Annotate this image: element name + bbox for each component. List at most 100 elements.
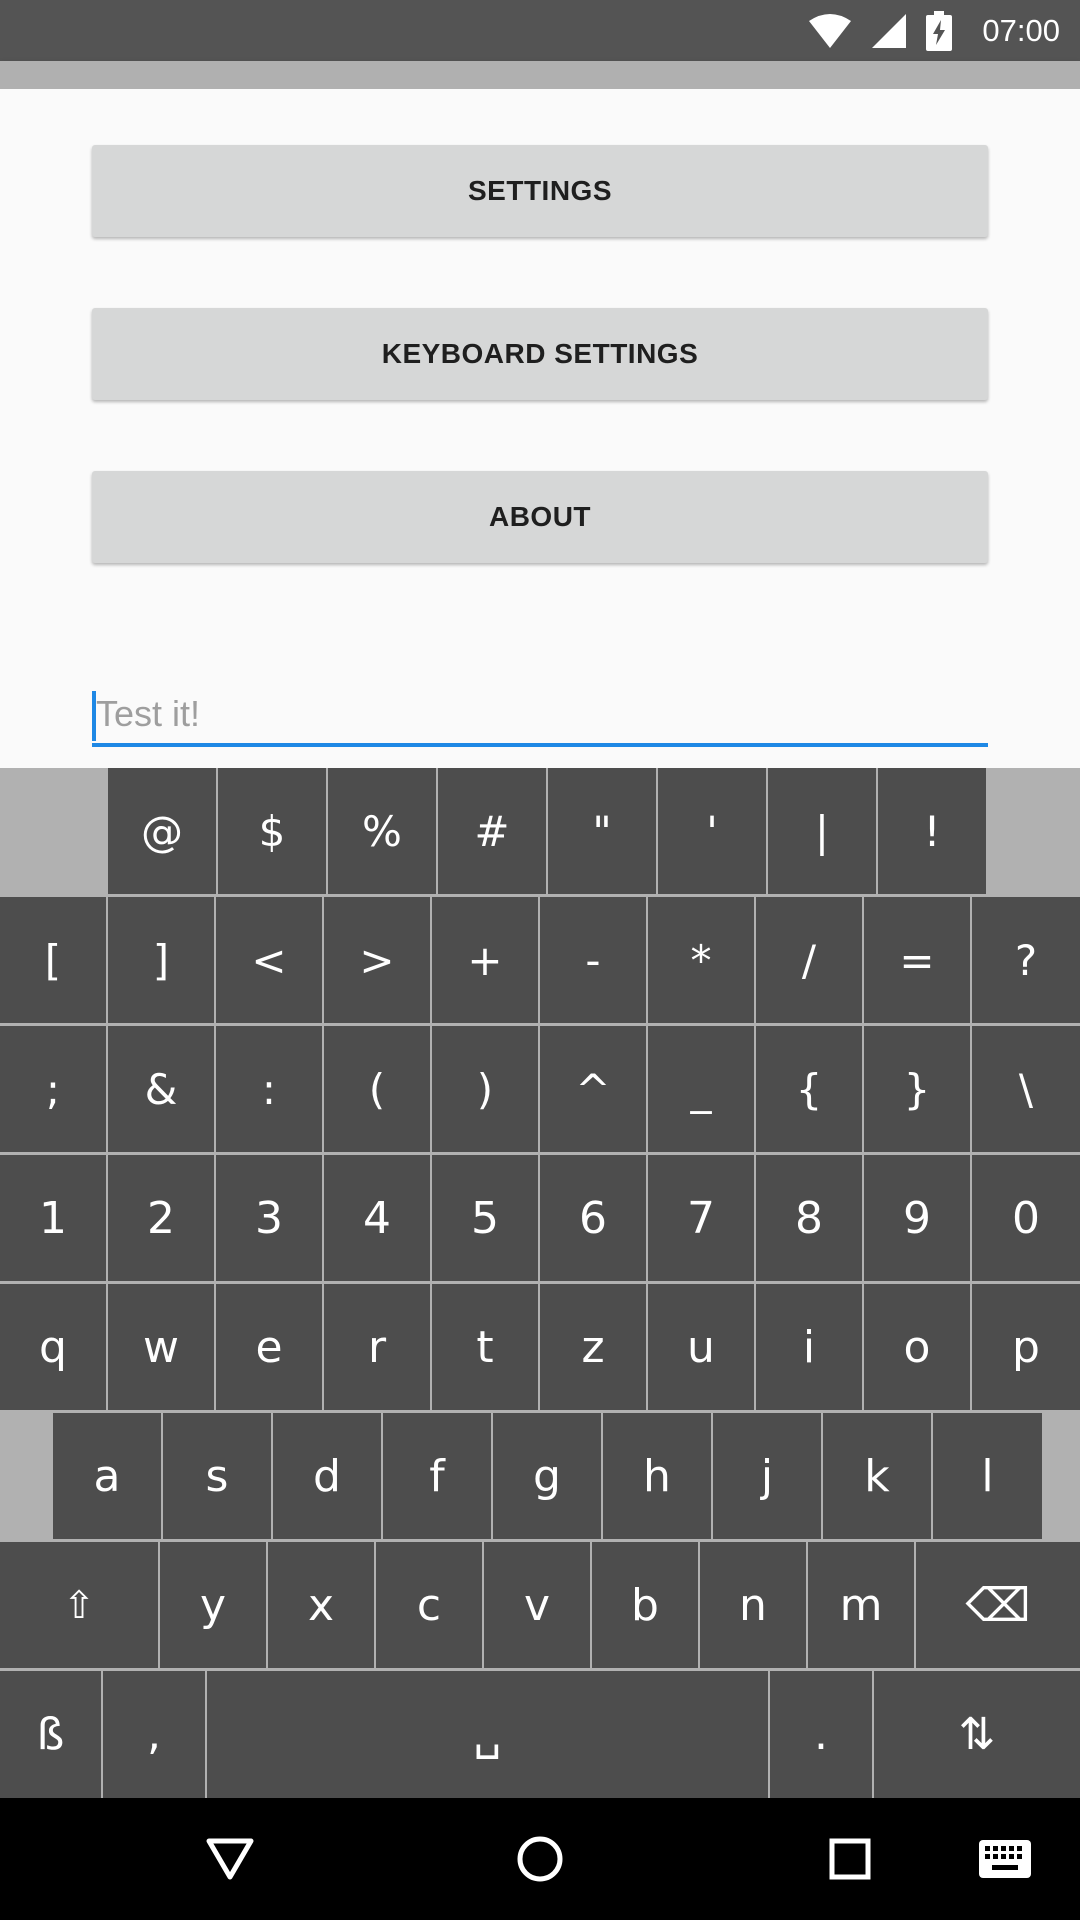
key-question[interactable]: ? (972, 897, 1080, 1023)
key-2[interactable]: 2 (108, 1155, 216, 1281)
key-slash[interactable]: / (756, 897, 864, 1023)
key-x[interactable]: x (268, 1542, 376, 1668)
key-pipe[interactable]: | (768, 768, 878, 894)
back-icon (206, 1838, 254, 1880)
key-right-brace[interactable]: } (864, 1026, 972, 1152)
key-equals[interactable]: = (864, 897, 972, 1023)
keyboard-row-numbers: 1 2 3 4 5 6 7 8 9 0 (0, 1155, 1080, 1281)
key-underscore[interactable]: _ (648, 1026, 756, 1152)
key-0[interactable]: 0 (972, 1155, 1080, 1281)
key-asterisk[interactable]: * (648, 897, 756, 1023)
key-w[interactable]: w (108, 1284, 216, 1410)
key-9[interactable]: 9 (864, 1155, 972, 1281)
key-l[interactable]: l (933, 1413, 1042, 1539)
key-n[interactable]: n (700, 1542, 808, 1668)
keyboard-row-symbols-3: ; & : ( ) ^ _ { } \ (0, 1026, 1080, 1152)
key-7[interactable]: 7 (648, 1155, 756, 1281)
key-a[interactable]: a (53, 1413, 163, 1539)
key-i[interactable]: i (756, 1284, 864, 1410)
app-bar (0, 61, 1080, 89)
back-button[interactable] (180, 1798, 280, 1920)
keyboard-switch-button[interactable] (955, 1798, 1055, 1920)
key-left-brace[interactable]: { (756, 1026, 864, 1152)
key-left-paren[interactable]: ( (324, 1026, 432, 1152)
key-4[interactable]: 4 (324, 1155, 432, 1281)
keyboard-row-letters-1: q w e r t z u i o p (0, 1284, 1080, 1410)
key-exclamation[interactable]: ! (878, 768, 986, 894)
key-3[interactable]: 3 (216, 1155, 324, 1281)
keyboard-row-symbols-1: @ $ % # " ' | ! (0, 768, 1080, 894)
about-button[interactable]: ABOUT (92, 471, 988, 563)
status-time: 07:00 (982, 12, 1060, 48)
key-minus[interactable]: - (540, 897, 648, 1023)
key-less-than[interactable]: < (216, 897, 324, 1023)
key-o[interactable]: o (864, 1284, 972, 1410)
switch-layout-icon: ⇅ (958, 1709, 996, 1760)
keyboard-switch-icon (979, 1840, 1031, 1878)
key-1[interactable]: 1 (0, 1155, 108, 1281)
keyboard-row-bottom: ß , ␣ . ⇅ (0, 1671, 1080, 1798)
key-colon[interactable]: : (216, 1026, 324, 1152)
recents-button[interactable] (800, 1798, 900, 1920)
key-at[interactable]: @ (108, 768, 218, 894)
backspace-key[interactable]: ⌫ (916, 1542, 1080, 1668)
navigation-bar (0, 1798, 1080, 1920)
test-input[interactable]: Test it! (92, 685, 988, 747)
key-period[interactable]: . (770, 1671, 874, 1798)
key-double-quote[interactable]: " (548, 768, 658, 894)
key-c[interactable]: c (376, 1542, 484, 1668)
key-ampersand[interactable]: & (108, 1026, 216, 1152)
key-h[interactable]: h (603, 1413, 713, 1539)
key-plus[interactable]: + (432, 897, 540, 1023)
space-key[interactable]: ␣ (207, 1671, 770, 1798)
key-right-paren[interactable]: ) (432, 1026, 540, 1152)
key-u[interactable]: u (648, 1284, 756, 1410)
status-icons: 07:00 (808, 0, 1060, 61)
wifi-icon (809, 13, 852, 48)
key-semicolon[interactable]: ; (0, 1026, 108, 1152)
status-bar: 07:00 (0, 0, 1080, 61)
recents-icon (829, 1838, 871, 1880)
key-y[interactable]: y (160, 1542, 268, 1668)
cell-signal-icon (872, 13, 907, 48)
key-single-quote[interactable]: ' (658, 768, 768, 894)
key-8[interactable]: 8 (756, 1155, 864, 1281)
keyboard-row-symbols-2: [ ] < > + - * / = ? (0, 897, 1080, 1023)
key-b[interactable]: b (592, 1542, 700, 1668)
key-m[interactable]: m (808, 1542, 916, 1668)
key-q[interactable]: q (0, 1284, 108, 1410)
key-hash[interactable]: # (438, 768, 548, 894)
key-right-bracket[interactable]: ] (108, 897, 216, 1023)
key-p[interactable]: p (972, 1284, 1080, 1410)
settings-button[interactable]: SETTINGS (92, 145, 988, 237)
space-bar-icon: ␣ (473, 1709, 502, 1760)
key-left-bracket[interactable]: [ (0, 897, 108, 1023)
switch-layout-key[interactable]: ⇅ (874, 1671, 1080, 1798)
key-z[interactable]: z (540, 1284, 648, 1410)
home-button[interactable] (490, 1798, 590, 1920)
key-k[interactable]: k (823, 1413, 933, 1539)
main-content: SETTINGS KEYBOARD SETTINGS ABOUT Test it… (0, 89, 1080, 768)
key-eszett[interactable]: ß (0, 1671, 103, 1798)
key-greater-than[interactable]: > (324, 897, 432, 1023)
key-dollar[interactable]: $ (218, 768, 328, 894)
key-5[interactable]: 5 (432, 1155, 540, 1281)
key-caret[interactable]: ^ (540, 1026, 648, 1152)
shift-key[interactable]: ⇧ (0, 1542, 160, 1668)
keyboard-settings-button[interactable]: KEYBOARD SETTINGS (92, 308, 988, 400)
key-f[interactable]: f (383, 1413, 493, 1539)
key-d[interactable]: d (273, 1413, 383, 1539)
key-percent[interactable]: % (328, 768, 438, 894)
key-j[interactable]: j (713, 1413, 823, 1539)
key-e[interactable]: e (216, 1284, 324, 1410)
key-t[interactable]: t (432, 1284, 540, 1410)
key-v[interactable]: v (484, 1542, 592, 1668)
key-backslash[interactable]: \ (972, 1026, 1080, 1152)
key-6[interactable]: 6 (540, 1155, 648, 1281)
key-s[interactable]: s (163, 1413, 273, 1539)
home-icon (517, 1836, 563, 1882)
key-g[interactable]: g (493, 1413, 603, 1539)
test-input-placeholder: Test it! (96, 693, 201, 734)
key-r[interactable]: r (324, 1284, 432, 1410)
key-comma[interactable]: , (103, 1671, 207, 1798)
